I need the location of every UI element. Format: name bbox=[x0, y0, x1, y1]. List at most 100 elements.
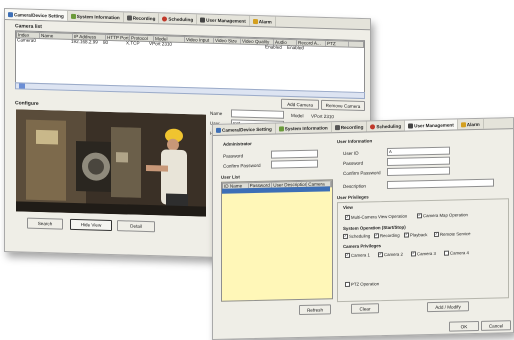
film-icon bbox=[126, 14, 132, 21]
tab-scheduling[interactable]: Scheduling bbox=[367, 120, 406, 132]
description-label: Description bbox=[343, 183, 366, 190]
table-cell bbox=[314, 46, 336, 52]
refresh-button[interactable]: Refresh bbox=[299, 304, 331, 316]
admin-password-label: Password bbox=[223, 153, 244, 159]
scheduling-checkbox[interactable]: ✓ Scheduling bbox=[343, 233, 371, 240]
checkbox-box[interactable]: ✓ bbox=[417, 213, 422, 219]
name-field[interactable] bbox=[231, 109, 284, 119]
checkbox-label: Camera 1 bbox=[351, 252, 370, 258]
tab-bar: Camera/Device Setting System Information… bbox=[5, 9, 370, 31]
user-privileges-title: User Privileges bbox=[337, 194, 369, 201]
users-icon bbox=[200, 16, 206, 23]
info-icon bbox=[70, 13, 76, 19]
tab-user-management[interactable]: User Management bbox=[197, 14, 250, 26]
tab-label: Alarm bbox=[466, 121, 480, 127]
checkbox-box[interactable]: ✓ bbox=[378, 252, 383, 258]
checkbox-box[interactable]: ✓ bbox=[374, 233, 379, 239]
camera-2-checkbox[interactable]: ✓ Camera 2 bbox=[378, 252, 403, 258]
cancel-button[interactable]: Cancel bbox=[481, 320, 511, 331]
description-field[interactable] bbox=[387, 178, 494, 190]
camera-1-checkbox[interactable]: ✓ Camera 1 bbox=[345, 252, 370, 258]
tab-label: User Management bbox=[206, 17, 246, 24]
ptz-operation-checkbox[interactable]: PTZ Operation bbox=[345, 281, 379, 287]
checkbox-label: Recording bbox=[380, 232, 400, 239]
table-cell: VPort 2310 bbox=[149, 41, 172, 47]
checkbox-box[interactable]: ✓ bbox=[434, 231, 439, 237]
scroll-thumb[interactable] bbox=[19, 83, 25, 89]
camera-icon bbox=[8, 11, 13, 17]
tab-label: Scheduling bbox=[168, 16, 194, 22]
table-cell: X.TCP bbox=[126, 40, 140, 46]
ok-button[interactable]: OK bbox=[449, 320, 479, 332]
checkbox-box[interactable] bbox=[444, 250, 449, 256]
info-icon bbox=[278, 125, 284, 131]
tab-recording[interactable]: Recording bbox=[123, 12, 160, 24]
checkbox-box[interactable]: ✓ bbox=[345, 252, 350, 258]
admin-password-field[interactable] bbox=[271, 149, 318, 159]
tab-label: Scheduling bbox=[376, 123, 402, 129]
tab-system-information[interactable]: System Information bbox=[67, 10, 124, 23]
alarm-icon bbox=[460, 121, 466, 127]
checkbox-label: Remote Service bbox=[440, 231, 471, 237]
tab-recording[interactable]: Recording bbox=[331, 121, 368, 133]
tab-camera-device-setting[interactable]: Camera/Device Setting bbox=[5, 9, 68, 21]
user-information-title: User Information bbox=[337, 138, 373, 145]
table-cell: Enabled bbox=[265, 44, 282, 50]
tab-label: Camera/Device Setting bbox=[14, 11, 64, 19]
administrator-title: Administrator bbox=[223, 141, 252, 147]
remote-service-checkbox[interactable]: ✓ Remote Service bbox=[434, 231, 471, 237]
users-icon bbox=[408, 122, 414, 129]
checkbox-box[interactable]: ✓ bbox=[404, 232, 409, 238]
user-confirm-label: Confirm Password bbox=[343, 170, 381, 177]
tab-camera-device-setting[interactable]: Camera/Device Setting bbox=[213, 123, 276, 135]
camera-list-title: Camera list bbox=[15, 23, 42, 31]
user-password-label: Password bbox=[343, 160, 364, 167]
add-modify-button[interactable]: Add / Modify bbox=[427, 301, 469, 313]
checkbox-label: Camera 2 bbox=[384, 251, 403, 258]
tab-label: Camera/Device Setting bbox=[222, 126, 272, 133]
view-title: View bbox=[343, 204, 353, 211]
tab-alarm[interactable]: Alarm bbox=[249, 15, 276, 27]
camera-4-checkbox[interactable]: Camera 4 bbox=[444, 250, 469, 256]
model-value: VPort 2310 bbox=[311, 113, 334, 120]
hide-view-button[interactable]: Hide View bbox=[70, 218, 112, 232]
camera-icon bbox=[216, 127, 221, 133]
model-label: Model bbox=[291, 113, 304, 119]
tab-label: User Management bbox=[414, 122, 454, 128]
camera-3-checkbox[interactable]: ✓ Camera 3 bbox=[411, 251, 436, 257]
admin-confirm-field[interactable] bbox=[271, 159, 318, 169]
detail-button[interactable]: Detail bbox=[117, 220, 155, 233]
user-list-table[interactable] bbox=[221, 179, 333, 302]
table-cell: Camera0 bbox=[17, 37, 36, 43]
checkbox-box[interactable]: ✓ bbox=[345, 214, 350, 220]
search-button[interactable]: Search bbox=[27, 217, 63, 230]
checkbox-label: Scheduling bbox=[349, 233, 371, 239]
checkbox-label: Camera 3 bbox=[417, 250, 436, 257]
configure-title: Configure bbox=[15, 100, 39, 107]
tab-alarm[interactable]: Alarm bbox=[457, 118, 484, 130]
checkbox-box[interactable]: ✓ bbox=[411, 251, 416, 257]
checkbox-box[interactable]: ✓ bbox=[343, 233, 348, 240]
checkbox-label: Camera Map Operation bbox=[423, 212, 468, 219]
alarm-icon bbox=[252, 18, 258, 24]
table-cell bbox=[178, 42, 206, 48]
checkbox-label: Playback bbox=[410, 232, 428, 238]
table-cell bbox=[38, 38, 70, 44]
clear-button[interactable]: Clear bbox=[351, 303, 379, 314]
table-cell: 192.168.2.99 bbox=[71, 38, 98, 45]
tab-user-management[interactable]: User Management bbox=[405, 119, 458, 131]
user-id-field[interactable]: A bbox=[387, 146, 450, 157]
user-confirm-field[interactable] bbox=[387, 166, 450, 177]
tab-label: System Information bbox=[76, 13, 120, 20]
checkbox-box[interactable] bbox=[345, 281, 350, 287]
recording-checkbox[interactable]: ✓ Recording bbox=[374, 233, 400, 239]
film-icon bbox=[334, 124, 340, 130]
clock-icon bbox=[162, 15, 168, 22]
add-camera-button[interactable]: Add Camera bbox=[281, 98, 319, 110]
remove-camera-button[interactable]: Remove Camera bbox=[321, 99, 365, 112]
tab-scheduling[interactable]: Scheduling bbox=[159, 13, 198, 25]
playback-checkbox[interactable]: ✓ Playback bbox=[404, 232, 427, 238]
user-password-field[interactable] bbox=[387, 156, 450, 167]
tab-system-information[interactable]: System Information bbox=[275, 122, 332, 134]
tab-label: Recording bbox=[340, 124, 364, 130]
